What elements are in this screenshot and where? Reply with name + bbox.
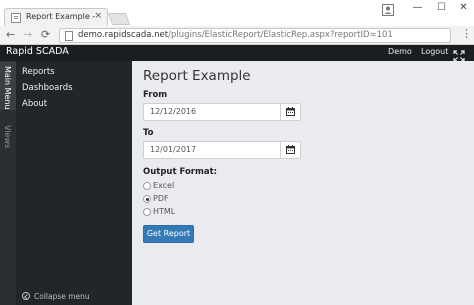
profile-icon[interactable] <box>381 1 395 16</box>
menu-item-reports[interactable]: Reports <box>22 67 55 77</box>
from-date-input[interactable] <box>150 107 270 116</box>
minimize-button[interactable]: — <box>404 0 431 18</box>
url-host: demo.rapidscada.net <box>78 30 169 40</box>
tab-title: Report Example - Elastic <box>26 12 96 21</box>
from-date-group <box>143 103 301 121</box>
radio-excel[interactable] <box>143 182 151 190</box>
to-label: To <box>143 128 154 138</box>
browser-titlebar: Report Example - Elastic × — ☐ ✕ <box>0 0 474 26</box>
fullscreen-icon[interactable] <box>453 47 465 62</box>
collapse-menu-label: Collapse menu <box>34 292 90 301</box>
forward-button[interactable]: → <box>23 29 32 41</box>
collapse-menu-button[interactable]: Collapse menu <box>22 292 90 301</box>
url-text: demo.rapidscada.net/plugins/ElasticRepor… <box>78 30 393 40</box>
page-title: Report Example <box>143 68 251 84</box>
to-date-group <box>143 141 301 159</box>
nav-link-demo[interactable]: Demo <box>388 47 412 56</box>
new-tab-button[interactable] <box>107 13 131 25</box>
page-favicon-icon <box>11 13 21 23</box>
browser-toolbar: ← → ⟳ demo.rapidscada.net/plugins/Elasti… <box>0 26 474 45</box>
tab-views[interactable]: Views <box>3 125 12 148</box>
radio-html[interactable] <box>143 208 151 216</box>
browser-menu-button[interactable]: ⋮ <box>461 28 472 40</box>
from-label: From <box>143 90 168 100</box>
from-calendar-button[interactable] <box>280 104 300 120</box>
nav-link-logout[interactable]: Logout <box>421 47 448 56</box>
app-navbar: Rapid SCADA Demo Logout <box>0 45 474 62</box>
reload-button[interactable]: ⟳ <box>41 29 50 41</box>
brand-title[interactable]: Rapid SCADA <box>6 46 69 57</box>
to-calendar-button[interactable] <box>280 142 300 158</box>
collapse-circle-icon <box>22 292 30 300</box>
tab-main-menu[interactable]: Main Menu <box>0 62 16 110</box>
close-window-button[interactable]: ✕ <box>450 0 474 18</box>
output-format-label: Output Format: <box>143 167 218 177</box>
to-date-input[interactable] <box>150 145 270 154</box>
report-content: Report Example From To Output Format: <box>132 61 474 305</box>
url-path: /plugins/ElasticReport/ElasticRep.aspx?r… <box>168 30 393 40</box>
radio-excel-label[interactable]: Excel <box>153 181 174 190</box>
tab-main-menu-label: Main Menu <box>3 66 12 110</box>
address-bar[interactable]: demo.rapidscada.net/plugins/ElasticRepor… <box>59 28 451 43</box>
page-info-icon[interactable] <box>65 31 73 41</box>
radio-pdf[interactable] <box>143 195 151 203</box>
radio-html-label[interactable]: HTML <box>153 207 175 216</box>
menu-item-about[interactable]: About <box>22 99 47 109</box>
radio-pdf-label[interactable]: PDF <box>153 194 169 203</box>
menu-item-dashboards[interactable]: Dashboards <box>22 83 73 93</box>
main-menu-panel: Reports Dashboards About Collapse menu <box>16 61 132 305</box>
get-report-button[interactable]: Get Report <box>143 225 194 243</box>
calendar-icon <box>286 145 295 154</box>
back-button[interactable]: ← <box>6 29 15 41</box>
tab-close-icon[interactable]: × <box>94 11 102 21</box>
browser-tab[interactable]: Report Example - Elastic × <box>4 8 108 26</box>
calendar-icon <box>286 107 295 116</box>
side-tab-strip: Main Menu Views <box>0 61 16 305</box>
